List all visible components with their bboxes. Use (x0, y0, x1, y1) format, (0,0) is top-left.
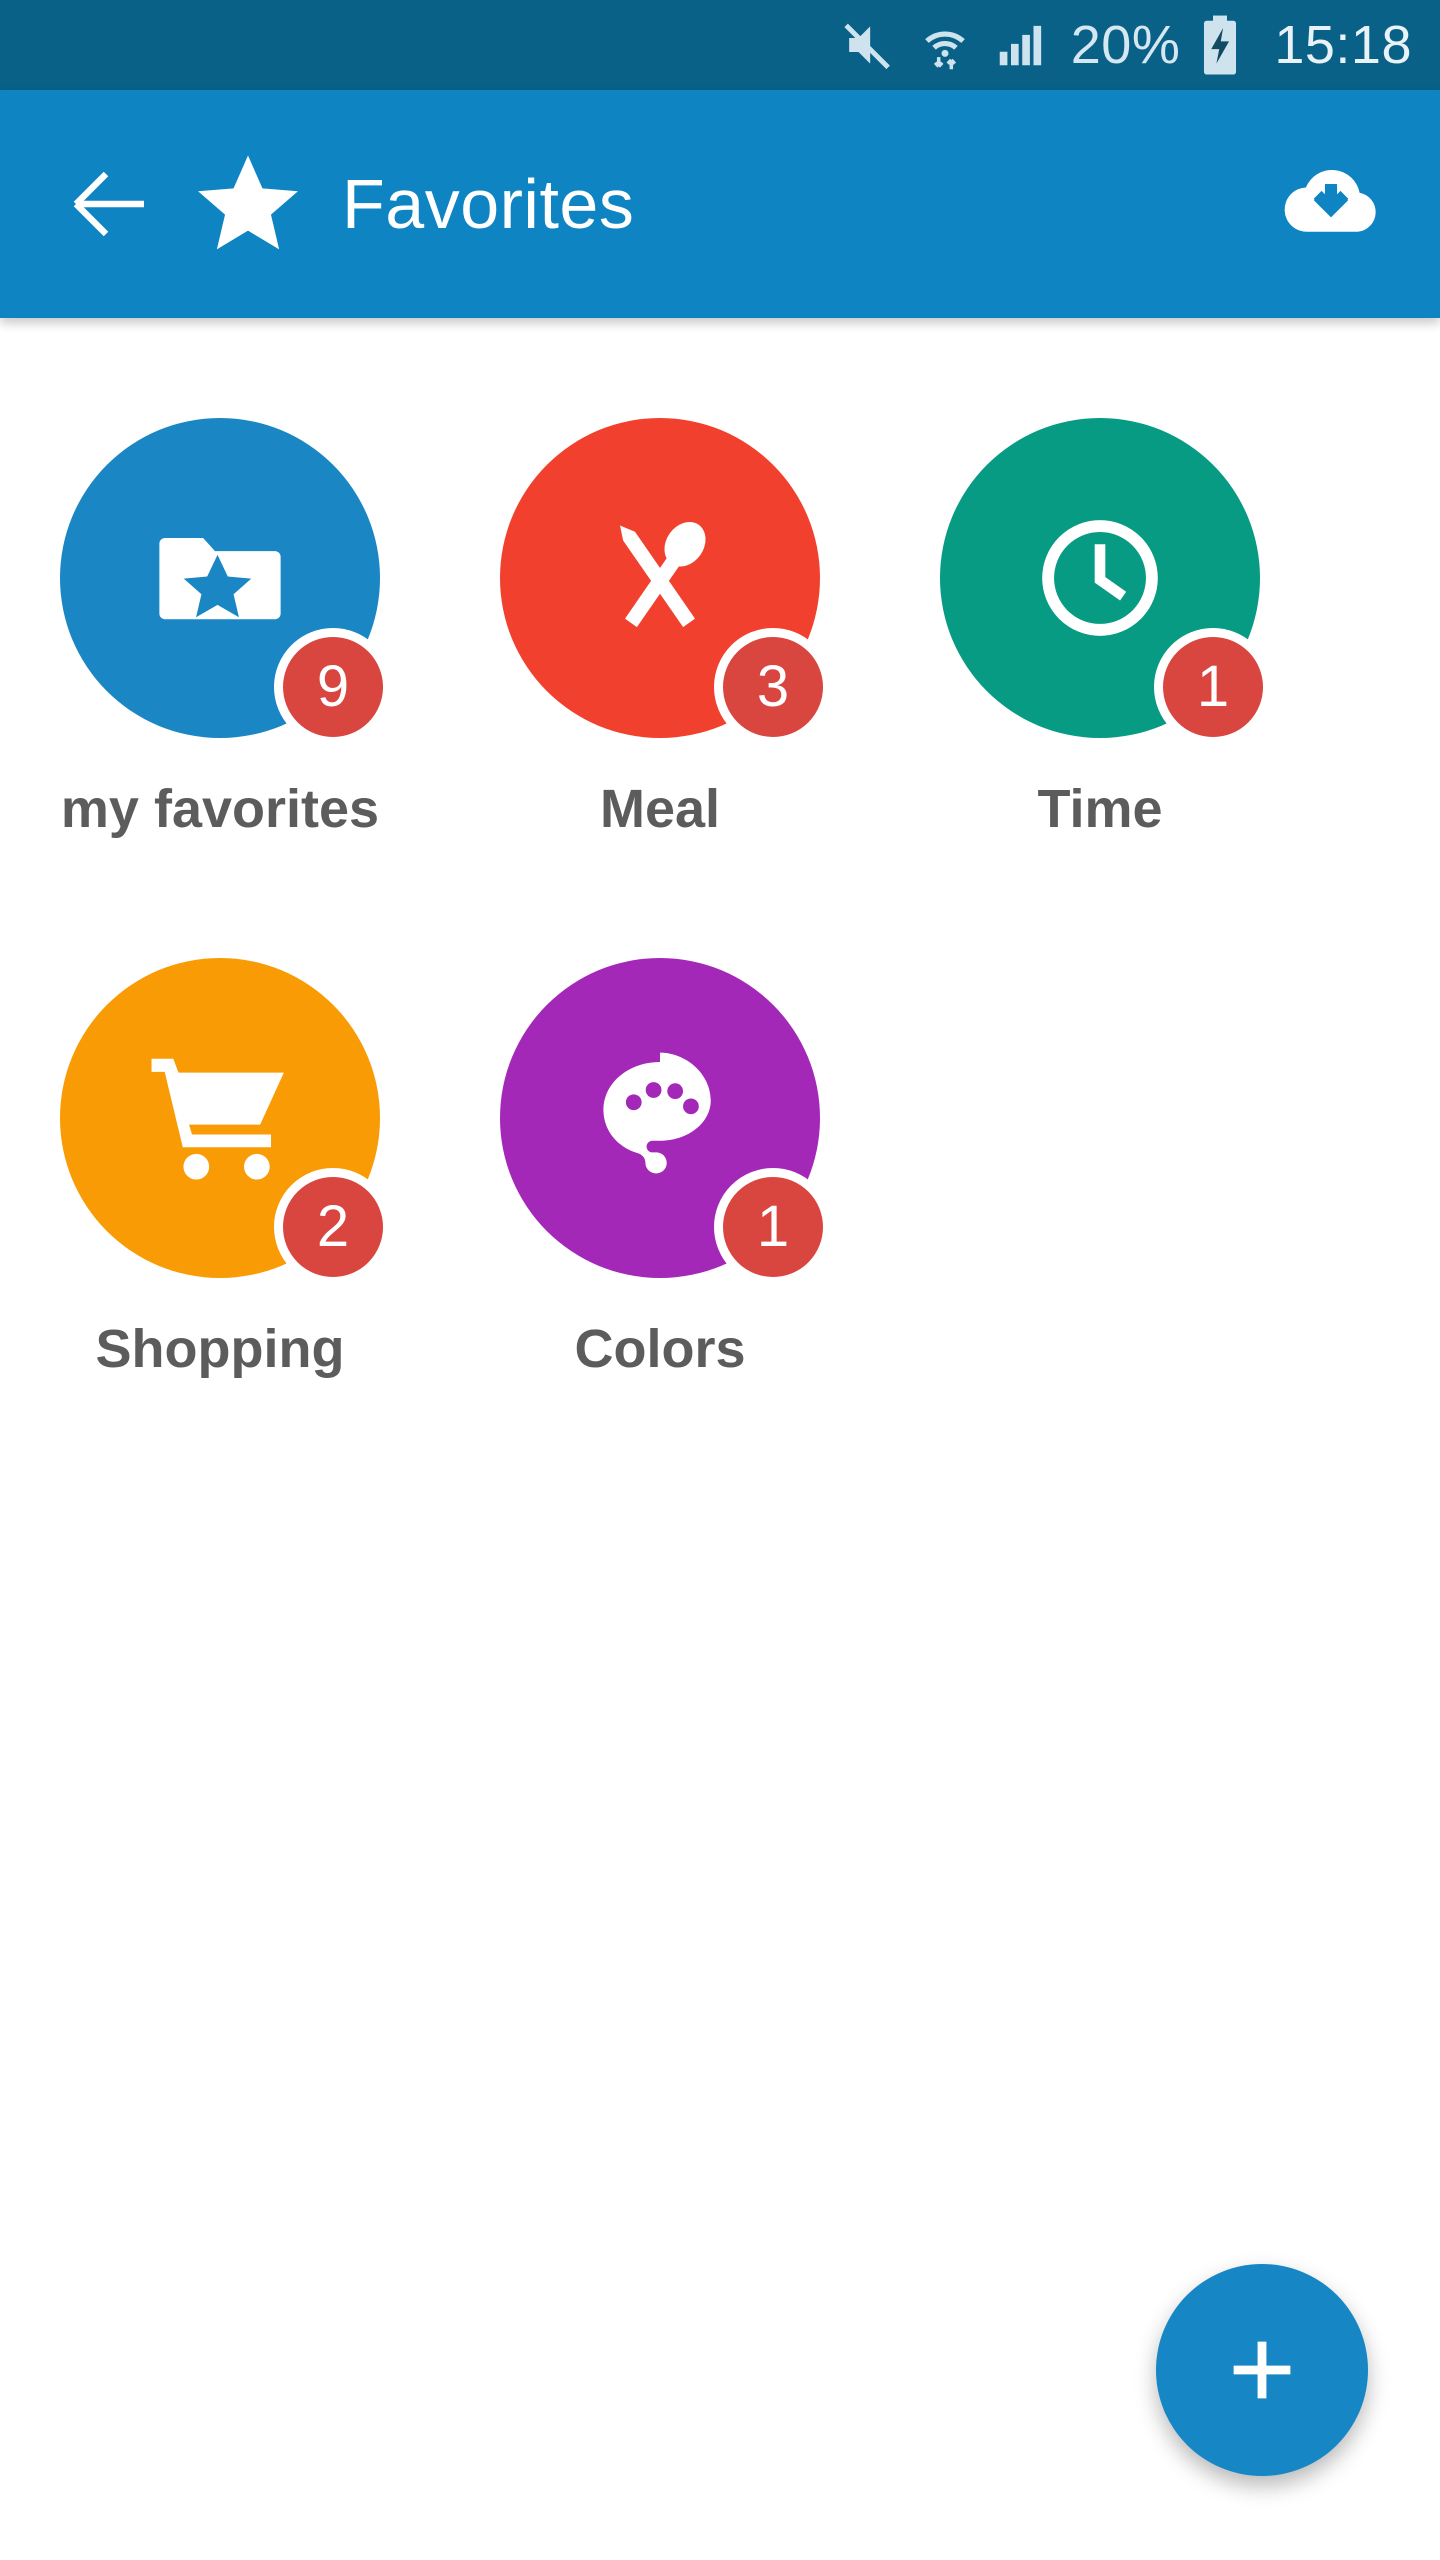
badge-count: 2 (274, 1168, 392, 1286)
status-bar: 20% 15:18 (0, 0, 1440, 90)
cloud-download-button[interactable] (1266, 139, 1396, 269)
add-favorite-fab[interactable] (1156, 2264, 1368, 2476)
grid-item-label: Shopping (95, 1319, 345, 1379)
icon-circle-wrap: 2 (60, 958, 392, 1286)
palette-icon (603, 1052, 711, 1174)
grid-item-meal[interactable]: 3 Meal (440, 418, 880, 958)
icon-circle-wrap: 1 (940, 418, 1272, 746)
page-title: Favorites (342, 165, 635, 243)
icon-circle-wrap: 1 (500, 958, 832, 1286)
shopping-cart-icon (151, 1058, 284, 1180)
mute-icon (841, 17, 897, 73)
battery-percent-label: 20% (1070, 15, 1181, 75)
app-bar: Favorites (0, 90, 1440, 318)
phone-screen: 20% 15:18 Favorites 9 my favorites 3 Mea… (0, 0, 1440, 2560)
battery-charging-icon (1200, 14, 1240, 76)
cloud-download-icon (1284, 169, 1376, 232)
grid-item-label: my favorites (60, 779, 380, 839)
status-icons: 20% 15:18 (841, 14, 1412, 76)
wifi-transfer-icon (917, 17, 973, 73)
favorites-grid: 9 my favorites 3 Meal 1 Time 2 Shopping … (0, 418, 1440, 1498)
badge-count: 3 (714, 628, 832, 746)
cellular-signal-icon (993, 18, 1047, 72)
badge-count: 9 (274, 628, 392, 746)
grid-item-label: Colors (574, 1319, 746, 1379)
grid-item-time[interactable]: 1 Time (880, 418, 1320, 958)
title-star-icon (192, 148, 304, 260)
grid-item-label: Meal (599, 779, 721, 839)
badge-count: 1 (1154, 628, 1272, 746)
grid-item-colors[interactable]: 1 Colors (440, 958, 880, 1498)
cutlery-icon (620, 522, 706, 628)
grid-item-my-favorites[interactable]: 9 my favorites (0, 418, 440, 958)
grid-item-label: Time (1037, 779, 1163, 839)
grid-item-shopping[interactable]: 2 Shopping (0, 958, 440, 1498)
folder-star-icon (159, 538, 281, 620)
back-button[interactable] (48, 144, 168, 264)
content-area: 9 my favorites 3 Meal 1 Time 2 Shopping … (0, 318, 1440, 2560)
icon-circle-wrap: 3 (500, 418, 832, 746)
status-clock: 15:18 (1274, 15, 1412, 75)
plus-icon (1233, 2341, 1291, 2399)
icon-circle-wrap: 9 (60, 418, 392, 746)
arrow-left-icon (73, 171, 144, 237)
clock-icon (1042, 520, 1158, 636)
badge-count: 1 (714, 1168, 832, 1286)
